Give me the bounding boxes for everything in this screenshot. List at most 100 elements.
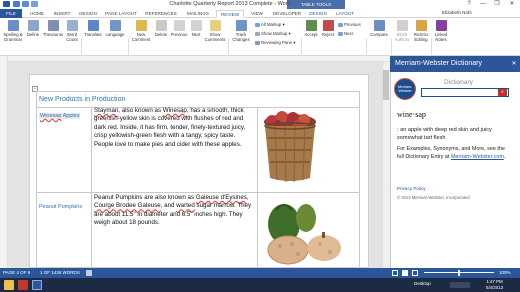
redo-icon[interactable] [31,1,38,7]
zoom-slider-thumb[interactable] [458,270,460,276]
proofing-status-icon[interactable] [86,270,92,276]
tab-references[interactable]: REFERENCES [142,10,180,18]
show-markup-button[interactable]: Show Markup ▾ [255,31,291,37]
delete-comment-button[interactable]: Delete [153,20,169,37]
previous-comment-button[interactable]: Previous [170,20,188,37]
restrict-editing-button[interactable]: Restrict Editing [412,20,430,42]
misspelled-word[interactable]: Winesap [163,107,187,114]
dictionary-headword: wine·sap [397,110,426,119]
previous-change-icon [338,22,343,27]
status-bar: PAGE 4 OF 9 1 OF 1436 WORDS 100% [0,268,520,278]
word-count-button[interactable]: Word Count [65,20,79,42]
word-count-indicator[interactable]: 1 OF 1436 WORDS [40,268,80,278]
dictionary-search-input[interactable] [421,88,509,97]
product-description-winesap: Stayman, also known as Winesap, has a sm… [94,107,246,148]
misspelled-word[interactable]: Galeuse d'Eysines [196,194,247,201]
undo-icon[interactable] [22,1,29,7]
previous-change-button[interactable]: Previous [338,22,361,27]
markup-select[interactable]: All Markup ▾ [255,22,285,28]
product-name-winesap[interactable]: Winesap Apples [39,113,81,119]
language-icon [109,20,121,31]
ribbon: Spelling & Grammar Define Thesaurus Word… [0,18,520,71]
dictionary-definition: : an apple with deep red skin and juicy … [397,127,492,141]
onenote-icon [435,20,447,31]
translate-icon [87,20,99,31]
define-button[interactable]: Define [25,20,41,37]
show-comments-button[interactable]: Show Comments [204,20,226,42]
translate-button[interactable]: Translate [83,20,103,37]
user-name[interactable]: Elizabeth Nofs [442,10,472,15]
tab-mailings[interactable]: MAILINGS [183,10,213,18]
linked-notes-button[interactable]: Linked Notes [432,20,450,42]
web-layout-icon[interactable] [412,270,418,276]
tab-home[interactable]: HOME [26,10,48,18]
reject-button[interactable]: Reject [320,20,336,37]
track-changes-icon [235,20,247,31]
tab-view[interactable]: VIEW [247,10,267,18]
tab-review[interactable]: REVIEW [216,10,244,18]
word-icon[interactable] [32,280,42,290]
merriam-webster-link[interactable]: Merriam-Webster.com [451,154,504,160]
next-comment-icon [190,20,202,31]
accept-icon [305,20,317,31]
next-change-button[interactable]: Next [338,31,353,36]
table-col-divider [257,107,258,268]
page-indicator[interactable]: PAGE 4 OF 9 [3,268,30,278]
search-icon[interactable]: ⌕ [498,89,507,96]
scrollbar-thumb[interactable] [383,70,389,100]
print-layout-icon[interactable] [402,270,408,276]
word-app-icon[interactable] [3,1,10,7]
desktop-toolbar[interactable]: Desktop [414,281,431,286]
next-comment-button[interactable]: Next [189,20,203,37]
track-changes-button[interactable]: Track Changes [230,20,252,42]
misspelled-word[interactable]: warted [176,202,195,209]
show-comments-icon [209,20,221,31]
taskbar [0,278,520,292]
tray-icons[interactable] [450,282,470,288]
file-explorer-icon[interactable] [4,280,14,290]
block-authors-icon [396,20,408,31]
tab-table-design[interactable]: DESIGN [306,10,330,18]
tab-page-layout[interactable]: PAGE LAYOUT [103,10,139,18]
product-description-pumpkins: Peanut Pumpkins are also known as Galeus… [94,194,252,227]
misspelled-word[interactable]: Winesap [40,113,61,119]
word-count-icon [66,20,78,31]
tab-developer[interactable]: DEVELOPER [270,10,304,18]
table-row-divider [36,192,360,193]
close-icon[interactable]: ✕ [509,56,519,72]
misspelled-word[interactable]: Stayman [94,107,118,114]
read-mode-icon[interactable] [392,270,398,276]
block-authors-button[interactable]: Block Authors [393,20,411,42]
spelling-icon [7,20,19,31]
tab-table-layout[interactable]: LAYOUT [333,10,357,18]
dictionary-title: Merriam-Webster Dictionary [390,56,520,72]
vertical-ruler [0,56,8,268]
tab-insert[interactable]: INSERT [51,10,73,18]
peanut-pumpkins-image [267,204,341,265]
close-button[interactable]: ✕ [505,0,519,8]
restrict-editing-icon [415,20,427,31]
table-col-divider [91,107,92,268]
minimize-button[interactable]: — [476,0,490,8]
reviewing-pane-button[interactable]: Reviewing Pane ▾ [255,40,295,46]
thesaurus-button[interactable]: Thesaurus [42,20,64,37]
tab-file[interactable]: FILE [0,9,22,18]
language-button[interactable]: Language [104,20,126,37]
delete-comment-icon [155,20,167,31]
next-change-icon [338,31,343,36]
help-button[interactable]: ? [462,0,476,8]
compare-button[interactable]: Compare [368,20,390,37]
merriam-webster-logo: Merriam- Webster [394,78,416,100]
new-comment-button[interactable]: New Comment [130,20,152,42]
restore-button[interactable]: ❐ [490,0,504,8]
accept-button[interactable]: Accept [303,20,319,37]
spelling-grammar-button[interactable]: Spelling & Grammar [2,20,24,42]
zoom-level[interactable]: 100% [499,268,511,278]
clock[interactable]: 1:47 PM 5/4/2013 [486,279,503,290]
save-icon[interactable] [13,1,20,7]
privacy-policy-link[interactable]: Privacy Policy [397,186,426,191]
powerpoint-icon[interactable] [18,280,28,290]
tab-design[interactable]: DESIGN [76,10,100,18]
show-markup-icon [255,31,260,36]
misspelled-word[interactable]: Courge Brodee Galeuse [94,202,161,209]
